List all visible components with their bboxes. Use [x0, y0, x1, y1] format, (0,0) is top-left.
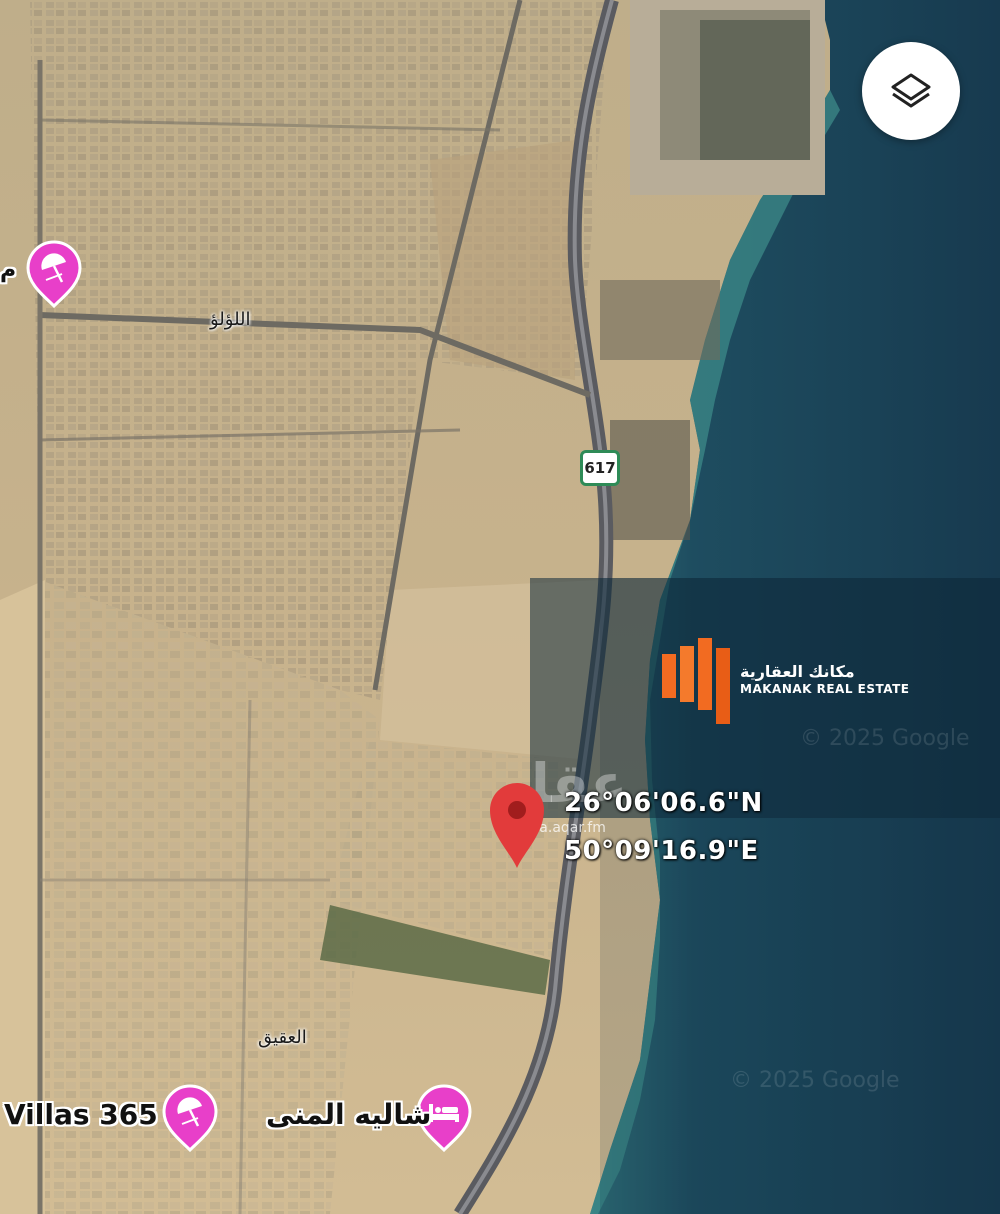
poi-label-chalet[interactable]: شاليه المنى	[266, 1098, 431, 1131]
pin-latitude: 26°06'06.6"N	[564, 788, 763, 818]
makanak-logo-icon	[662, 638, 730, 724]
location-pin[interactable]	[486, 778, 548, 870]
map-copyright-lower: © 2025 Google	[730, 1068, 900, 1093]
brand-logo	[660, 636, 732, 724]
layers-icon	[891, 73, 931, 108]
satellite-map[interactable]	[0, 0, 1000, 1214]
district-label-aqiq: العقيق	[258, 1027, 307, 1048]
poi-label-villas[interactable]: Villas 365	[4, 1098, 158, 1131]
beach-umbrella-icon	[162, 1084, 218, 1153]
pin-longitude: 50°09'16.9"E	[564, 836, 759, 866]
poi-label-left-partial: م	[0, 258, 17, 283]
location-pin-icon	[490, 783, 544, 868]
beach-umbrella-icon	[26, 240, 82, 309]
highway-shield: 617	[580, 450, 620, 486]
map-copyright-upper: © 2025 Google	[800, 726, 970, 751]
brand-name-en: MAKANAK REAL ESTATE	[740, 682, 910, 696]
brand-name-ar: مكانك العقارية	[740, 662, 855, 681]
street-label-alolou: اللؤلؤ	[210, 309, 251, 330]
poi-marker-left[interactable]	[24, 240, 84, 310]
poi-marker-villas[interactable]	[160, 1084, 220, 1154]
layers-button[interactable]	[862, 42, 960, 140]
